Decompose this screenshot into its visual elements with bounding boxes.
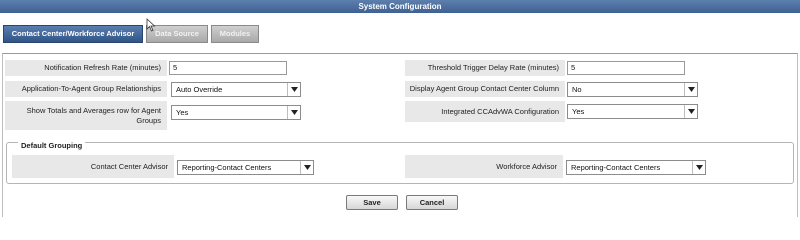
contact-center-advisor-value: Reporting-Contact Centers	[182, 163, 272, 172]
chevron-down-icon	[684, 83, 697, 96]
tab-contact-center-workforce-advisor[interactable]: Contact Center/Workforce Advisor	[3, 25, 143, 43]
app-agent-group-select[interactable]: Auto Override	[171, 82, 301, 97]
integrated-config-select[interactable]: Yes	[567, 104, 698, 119]
display-agent-column-select[interactable]: No	[567, 82, 698, 97]
show-totals-value: Yes	[176, 108, 189, 117]
window-title: System Configuration	[0, 0, 800, 13]
threshold-delay-input[interactable]: 5	[567, 61, 685, 75]
show-totals-label: Show Totals and Averages row for Agent G…	[5, 101, 167, 130]
chevron-down-icon	[300, 161, 313, 174]
save-button[interactable]: Save	[346, 195, 398, 210]
integrated-config-label: Integrated CCAdvWA Configuration	[405, 101, 565, 122]
threshold-delay-label: Threshold Trigger Delay Rate (minutes)	[405, 60, 565, 76]
app-agent-group-label: Application-To-Agent Group Relationships	[5, 81, 167, 97]
notification-refresh-input[interactable]: 5	[169, 61, 287, 75]
display-agent-column-label: Display Agent Group Contact Center Colum…	[405, 81, 565, 97]
integrated-config-value: Yes	[572, 107, 585, 116]
chevron-down-icon	[287, 83, 300, 96]
chevron-down-icon	[692, 161, 705, 174]
workforce-advisor-select[interactable]: Reporting-Contact Centers	[566, 160, 706, 175]
chevron-down-icon	[684, 105, 697, 118]
default-grouping-legend: Default Grouping	[18, 141, 86, 150]
contact-center-advisor-label: Contact Center Advisor	[12, 155, 174, 178]
workforce-advisor-value: Reporting-Contact Centers	[571, 163, 661, 172]
app-agent-group-value: Auto Override	[176, 85, 223, 94]
contact-center-advisor-select[interactable]: Reporting-Contact Centers	[177, 160, 314, 175]
show-totals-select[interactable]: Yes	[171, 105, 301, 120]
configuration-panel	[2, 53, 798, 217]
display-agent-column-value: No	[572, 85, 582, 94]
chevron-down-icon	[287, 106, 300, 119]
mouse-pointer-icon	[146, 18, 156, 32]
tab-modules[interactable]: Modules	[211, 25, 259, 43]
notification-refresh-label: Notification Refresh Rate (minutes)	[5, 60, 167, 76]
workforce-advisor-label: Workforce Advisor	[405, 155, 563, 178]
cancel-button[interactable]: Cancel	[406, 195, 458, 210]
